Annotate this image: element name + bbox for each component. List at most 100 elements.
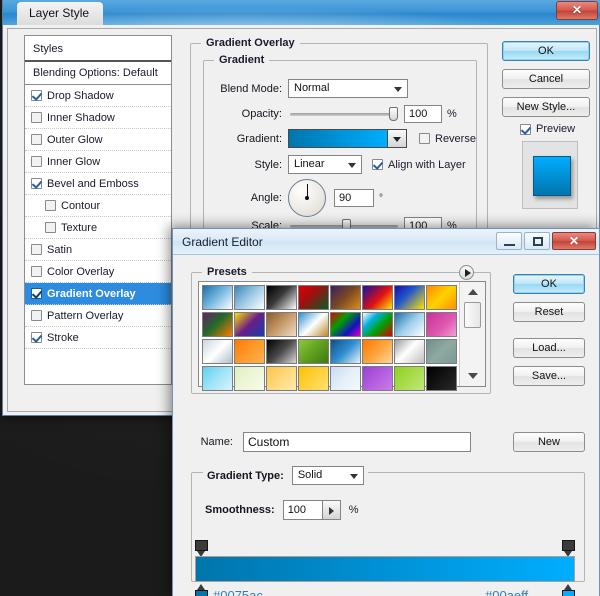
gradient-strip-editor[interactable]: #0075ac #00aeff (195, 540, 575, 596)
layer-style-ok-button[interactable]: OK (502, 41, 590, 61)
style-checkbox[interactable] (31, 134, 42, 145)
style-row-bevel-and-emboss[interactable]: Bevel and Emboss (25, 173, 171, 195)
smoothness-input[interactable]: 100 (282, 500, 323, 520)
preset-swatch[interactable] (202, 366, 233, 391)
preset-swatch[interactable] (362, 339, 393, 364)
preset-swatch[interactable] (298, 285, 329, 310)
presets-scrollbar[interactable] (459, 282, 485, 386)
gradient-type-select[interactable]: Solid (291, 466, 364, 485)
blend-mode-select[interactable]: Normal (288, 79, 408, 98)
flyout-menu-icon[interactable] (459, 265, 474, 280)
close-icon[interactable]: ✕ (552, 232, 596, 250)
reverse-checkbox[interactable] (419, 133, 430, 144)
preset-swatch[interactable] (202, 339, 233, 364)
preset-swatch[interactable] (362, 312, 393, 337)
style-checkbox[interactable] (31, 266, 42, 277)
preset-swatch[interactable] (330, 366, 361, 391)
gradient-editor-save-button[interactable]: Save... (513, 366, 585, 386)
opacity-slider-knob[interactable] (389, 106, 398, 121)
gradient-dropdown-icon[interactable] (388, 129, 407, 148)
opacity-stop-start[interactable] (195, 540, 208, 557)
style-row-gradient-overlay[interactable]: Gradient Overlay (25, 283, 171, 305)
preset-swatch[interactable] (362, 285, 393, 310)
style-checkbox[interactable] (45, 222, 56, 233)
angle-dial[interactable] (288, 179, 326, 217)
preset-swatch[interactable] (394, 366, 425, 391)
gradient-editor-ok-button[interactable]: OK (513, 274, 585, 294)
style-checkbox[interactable] (31, 178, 42, 189)
color-stop-end[interactable] (562, 584, 575, 596)
gradient-preview-swatch[interactable] (288, 129, 388, 148)
maximize-icon[interactable] (524, 232, 550, 250)
preset-swatch[interactable] (234, 285, 265, 310)
blending-options-row[interactable]: Blending Options: Default (25, 62, 171, 85)
style-checkbox[interactable] (31, 332, 42, 343)
style-row-drop-shadow[interactable]: Drop Shadow (25, 85, 171, 107)
style-row-pattern-overlay[interactable]: Pattern Overlay (25, 305, 171, 327)
preset-swatch[interactable] (298, 312, 329, 337)
style-row-color-overlay[interactable]: Color Overlay (25, 261, 171, 283)
style-row-inner-shadow[interactable]: Inner Shadow (25, 107, 171, 129)
preset-swatch[interactable] (426, 312, 457, 337)
layer-style-cancel-button[interactable]: Cancel (502, 69, 590, 89)
style-checkbox[interactable] (31, 288, 42, 299)
style-checkbox[interactable] (31, 244, 42, 255)
style-checkbox[interactable] (31, 156, 42, 167)
preset-swatch[interactable] (394, 312, 425, 337)
style-checkbox[interactable] (31, 310, 42, 321)
blend-mode-label: Blend Mode: (220, 82, 282, 95)
new-style-button[interactable]: New Style... (502, 97, 590, 117)
scroll-up-arrow-icon[interactable] (467, 289, 478, 295)
preset-swatch[interactable] (298, 339, 329, 364)
preset-swatch[interactable] (266, 366, 297, 391)
opacity-slider[interactable] (290, 106, 398, 121)
preset-swatch[interactable] (266, 312, 297, 337)
minimize-icon[interactable] (496, 232, 522, 250)
angle-input[interactable]: 90 (334, 189, 374, 207)
preset-swatch[interactable] (298, 366, 329, 391)
preset-swatch[interactable] (234, 366, 265, 391)
close-icon[interactable]: ✕ (556, 1, 598, 20)
gradient-name-input[interactable]: Custom (243, 432, 471, 452)
style-row-satin[interactable]: Satin (25, 239, 171, 261)
style-row-stroke[interactable]: Stroke (25, 327, 171, 349)
scroll-down-arrow-icon[interactable] (467, 373, 478, 379)
preset-swatch[interactable] (234, 312, 265, 337)
presets-swatch-grid[interactable] (199, 282, 459, 391)
style-checkbox[interactable] (31, 112, 42, 123)
style-row-texture[interactable]: Texture (25, 217, 171, 239)
align-with-layer-checkbox[interactable] (372, 159, 383, 170)
style-select[interactable]: Linear (288, 155, 362, 174)
preset-swatch[interactable] (330, 312, 361, 337)
style-row-inner-glow[interactable]: Inner Glow (25, 151, 171, 173)
preset-swatch[interactable] (362, 366, 393, 391)
preset-swatch[interactable] (426, 285, 457, 310)
preset-swatch[interactable] (394, 285, 425, 310)
gradient-strip[interactable] (195, 556, 575, 582)
style-row-outer-glow[interactable]: Outer Glow (25, 129, 171, 151)
gradient-editor-load-button[interactable]: Load... (513, 338, 585, 358)
style-row-contour[interactable]: Contour (25, 195, 171, 217)
preview-checkbox[interactable] (520, 123, 531, 135)
opacity-input[interactable]: 100 (404, 105, 442, 123)
color-stop-start[interactable] (195, 584, 208, 596)
new-gradient-button[interactable]: New (513, 432, 585, 452)
preset-swatch[interactable] (202, 285, 233, 310)
preset-swatch[interactable] (330, 339, 361, 364)
gradient-editor-reset-button[interactable]: Reset (513, 302, 585, 322)
preset-swatch[interactable] (330, 285, 361, 310)
scrollbar-thumb[interactable] (464, 302, 481, 328)
preset-swatch[interactable] (202, 312, 233, 337)
preset-swatch[interactable] (234, 339, 265, 364)
preset-swatch[interactable] (266, 339, 297, 364)
layer-style-titlebar[interactable]: Layer Style ✕ (3, 0, 600, 25)
gradient-editor-titlebar[interactable]: Gradient Editor ✕ (173, 229, 599, 255)
style-checkbox[interactable] (31, 90, 42, 101)
preset-swatch[interactable] (426, 366, 457, 391)
opacity-stop-end[interactable] (562, 540, 575, 557)
preset-swatch[interactable] (426, 339, 457, 364)
style-checkbox[interactable] (45, 200, 56, 211)
preset-swatch[interactable] (266, 285, 297, 310)
smoothness-stepper-icon[interactable] (322, 500, 341, 520)
preset-swatch[interactable] (394, 339, 425, 364)
